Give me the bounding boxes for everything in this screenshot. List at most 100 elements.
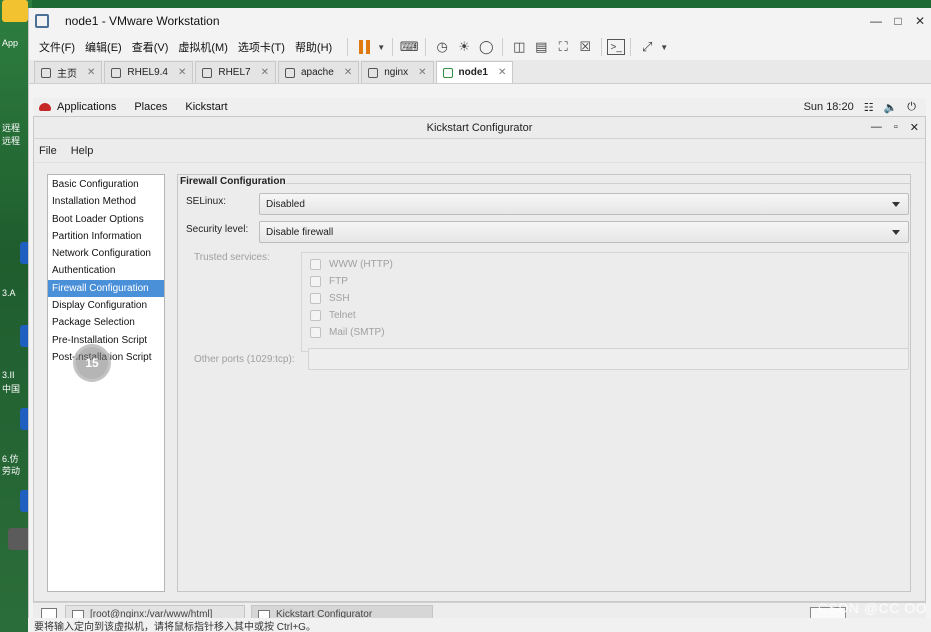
vmware-window: node1 - VMware Workstation — □ ✕ 文件(F) 编… [28, 8, 931, 632]
desktop-label: 中国 [2, 384, 21, 394]
volume-icon[interactable]: 🔈 [884, 101, 898, 114]
tab-label: apache [301, 67, 334, 78]
clock[interactable]: Sun 18:20 [804, 101, 854, 113]
close-icon[interactable]: ✕ [87, 67, 95, 78]
unity-icon[interactable]: ☒ [574, 37, 596, 57]
menu-file[interactable]: 文件(F) [39, 39, 75, 55]
snapshot-icon[interactable]: ◷ [431, 37, 453, 57]
menu-file[interactable]: File [39, 145, 57, 157]
kickstart-titlebar: Kickstart Configurator — ▫ ✕ [34, 117, 925, 139]
places-menu[interactable]: Places [134, 101, 167, 113]
stretch-guest-icon[interactable]: ⤢ [636, 37, 658, 57]
checkbox-icon [310, 276, 321, 287]
close-icon[interactable]: ✕ [261, 67, 269, 78]
thumbnail-bar-icon[interactable]: ▤ [530, 37, 552, 57]
gnome-top-bar: Applications Places Kickstart Sun 18:20 … [33, 98, 926, 116]
trusted-services-label: Trusted services: [194, 252, 270, 263]
other-ports-input[interactable] [308, 348, 909, 370]
menu-view[interactable]: 查看(V) [132, 39, 169, 55]
nav-partition-information[interactable]: Partition Information [48, 228, 164, 245]
toolbar-separator [347, 38, 349, 56]
checkbox-telnet[interactable]: Telnet [310, 310, 356, 321]
desktop-label: 3.A [2, 288, 16, 298]
chevron-down-icon[interactable]: ▼ [658, 37, 670, 57]
kickstart-window-title: Kickstart Configurator [426, 121, 533, 134]
vmware-status-bar: 要将输入定向到该虚拟机，请将鼠标指针移入其中或按 Ctrl+G。 [28, 618, 931, 632]
minimize-button[interactable]: — [871, 121, 882, 134]
close-icon[interactable]: ✕ [418, 67, 426, 78]
service-label: Telnet [329, 310, 356, 321]
power-icon[interactable]: ⏻ [907, 101, 916, 114]
console-view-icon[interactable]: >_ [607, 39, 626, 55]
tab-rhel94[interactable]: RHEL9.4 ✕ [104, 61, 194, 83]
toolbar-separator [630, 38, 632, 56]
nav-firewall-configuration[interactable]: Firewall Configuration [48, 279, 164, 298]
tab-label: RHEL7 [218, 67, 251, 78]
click-indicator: 15 [73, 344, 111, 382]
kickstart-menubar: File Help [34, 139, 925, 163]
vm-tab-bar: 主页 ✕ RHEL9.4 ✕ RHEL7 ✕ apache ✕ nginx ✕ … [29, 60, 931, 84]
nav-display-configuration[interactable]: Display Configuration [48, 297, 164, 314]
menu-help[interactable]: 帮助(H) [295, 39, 332, 55]
active-app-menu[interactable]: Kickstart [185, 101, 227, 113]
toolbar-separator [502, 38, 504, 56]
panel-title: Firewall Configuration [180, 176, 286, 187]
close-button[interactable]: ✕ [909, 14, 931, 28]
close-icon[interactable]: ✕ [344, 67, 352, 78]
desktop-label: App [2, 38, 19, 48]
nav-pre-installation-script[interactable]: Pre-Installation Script [48, 332, 164, 349]
menu-help[interactable]: Help [71, 145, 94, 157]
maximize-button[interactable]: □ [887, 14, 909, 28]
nav-package-selection[interactable]: Package Selection [48, 314, 164, 331]
network-icon[interactable]: ☷ [864, 101, 874, 114]
tab-home[interactable]: 主页 ✕ [34, 61, 103, 83]
close-icon[interactable]: ✕ [498, 67, 506, 78]
desktop-label: 远程 [2, 136, 21, 146]
tab-rhel7[interactable]: RHEL7 ✕ [195, 61, 276, 83]
nav-installation-method[interactable]: Installation Method [48, 193, 164, 210]
tab-node1[interactable]: node1 ✕ [435, 61, 514, 83]
tab-label: node1 [458, 67, 488, 78]
vm-icon [285, 67, 295, 78]
revert-snapshot-icon[interactable]: ☀ [453, 37, 475, 57]
vmware-menubar: 文件(F) 编辑(E) 查看(V) 虚拟机(M) 选项卡(T) 帮助(H) ▼ … [29, 34, 931, 60]
applications-menu[interactable]: Applications [57, 101, 116, 113]
close-button[interactable]: ✕ [910, 121, 919, 134]
checkbox-mail[interactable]: Mail (SMTP) [310, 327, 385, 338]
selinux-value: Disabled [266, 198, 305, 210]
security-level-select[interactable]: Disable firewall [259, 221, 909, 243]
vm-icon [111, 67, 122, 78]
vm-running-icon [442, 67, 453, 78]
star-icon[interactable] [2, 0, 28, 22]
minimize-button[interactable]: — [865, 14, 887, 28]
menu-edit[interactable]: 编辑(E) [85, 39, 122, 55]
maximize-button[interactable]: ▫ [894, 121, 898, 134]
send-ctrl-alt-del-icon[interactable]: ⌨ [398, 37, 420, 57]
tab-nginx[interactable]: nginx ✕ [361, 61, 434, 83]
checkbox-ssh[interactable]: SSH [310, 293, 350, 304]
menu-vm[interactable]: 虚拟机(M) [178, 39, 228, 55]
selinux-select[interactable]: Disabled [259, 193, 909, 215]
nav-authentication[interactable]: Authentication [48, 262, 164, 279]
snapshot-manager-icon[interactable]: ◯ [475, 37, 497, 57]
redhat-icon [39, 103, 51, 111]
fullscreen-icon[interactable]: ⛶ [552, 37, 574, 57]
close-icon[interactable]: ✕ [178, 67, 186, 78]
sidebar-toggle-icon[interactable]: ◫ [508, 37, 530, 57]
service-label: SSH [329, 293, 350, 304]
pause-icon[interactable] [353, 37, 375, 57]
checkbox-ftp[interactable]: FTP [310, 276, 348, 287]
toolbar-separator [425, 38, 427, 56]
nav-basic-configuration[interactable]: Basic Configuration [48, 176, 164, 193]
nav-network-configuration[interactable]: Network Configuration [48, 245, 164, 262]
menu-tabs[interactable]: 选项卡(T) [238, 39, 285, 55]
vm-icon [202, 67, 213, 78]
service-label: Mail (SMTP) [329, 327, 385, 338]
chevron-down-icon[interactable]: ▼ [375, 37, 387, 57]
chevron-down-icon [892, 230, 900, 235]
nav-boot-loader-options[interactable]: Boot Loader Options [48, 211, 164, 228]
checkbox-www[interactable]: WWW (HTTP) [310, 259, 393, 270]
tab-apache[interactable]: apache ✕ [278, 61, 360, 83]
toolbar-separator [601, 38, 603, 56]
security-level-label: Security level: [186, 224, 249, 235]
